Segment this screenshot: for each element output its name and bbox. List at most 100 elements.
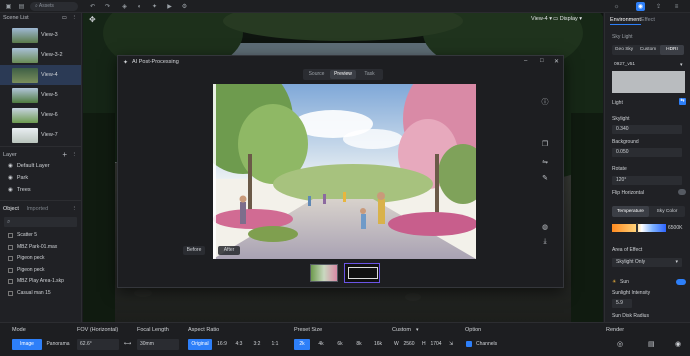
- aspect-1-1-button[interactable]: 1:1: [268, 339, 282, 350]
- render-settings-icon[interactable]: ◎: [617, 339, 623, 350]
- flip-horizontal-toggle[interactable]: [678, 189, 686, 195]
- animation-icon[interactable]: ▶: [165, 2, 174, 11]
- eye-icon[interactable]: ◉: [8, 184, 13, 196]
- object-search-input[interactable]: ⌕: [4, 217, 77, 227]
- minimize-icon[interactable]: –: [524, 58, 527, 64]
- redo-icon[interactable]: ↷: [103, 2, 112, 11]
- mode-panorama-button[interactable]: Panorama: [43, 339, 73, 350]
- hdri-preview[interactable]: [612, 71, 685, 93]
- add-scene-icon[interactable]: ▭: [62, 13, 67, 23]
- undo-icon[interactable]: ↶: [88, 2, 97, 11]
- settings-icon[interactable]: ⚙: [180, 2, 189, 11]
- view-dropdown[interactable]: View-4 ▾: [531, 16, 552, 22]
- light-toggle-icon[interactable]: ⇆: [679, 98, 686, 105]
- compare-icon[interactable]: ⇋: [541, 158, 549, 166]
- link-icon[interactable]: ⟷: [124, 339, 131, 350]
- more-icon[interactable]: ⋮: [72, 13, 78, 23]
- object-item[interactable]: Scatter 5: [0, 230, 81, 242]
- object-item[interactable]: Pigeon peck: [0, 265, 81, 277]
- preset-6k-button[interactable]: 6k: [332, 339, 348, 350]
- transform-gizmo-icon[interactable]: ✥: [89, 15, 96, 24]
- preset-4k-button[interactable]: 4k: [313, 339, 329, 350]
- maximize-icon[interactable]: □: [540, 58, 544, 64]
- tab-environment[interactable]: Environment: [610, 17, 641, 25]
- tab-task[interactable]: Task: [356, 69, 383, 80]
- sun-icon[interactable]: ☼: [612, 2, 621, 11]
- app-logo-icon[interactable]: ▣: [4, 2, 13, 11]
- preset-16k-button[interactable]: 16k: [370, 339, 386, 350]
- sun-disk-radius-label: Sun Disk Radius: [612, 313, 649, 319]
- tab-preview[interactable]: Preview: [330, 70, 356, 79]
- sky-color-tab[interactable]: Sky Color: [649, 206, 685, 217]
- scene-item-view-7[interactable]: View-7: [0, 125, 81, 145]
- fov-input[interactable]: 62.6°: [77, 339, 119, 350]
- more-icon[interactable]: ⋮: [72, 204, 78, 214]
- scene-item-view-4[interactable]: View-4: [0, 65, 81, 85]
- brush-icon[interactable]: ✎: [541, 174, 549, 182]
- result-thumbnail-2-selected[interactable]: [344, 263, 380, 283]
- export-icon[interactable]: ⇪: [654, 2, 663, 11]
- scene-item-view-6[interactable]: View-6: [0, 105, 81, 125]
- tab-effect[interactable]: Effect: [641, 17, 655, 23]
- channels-checkbox[interactable]: [466, 341, 472, 347]
- render-queue-icon[interactable]: ▤: [648, 339, 655, 350]
- preset-2k-button[interactable]: 2k: [294, 339, 310, 350]
- temperature-slider[interactable]: [612, 223, 666, 233]
- aspect-3-2-button[interactable]: 3:2: [250, 339, 264, 350]
- area-of-effect-select[interactable]: Skylight Only ▾: [612, 258, 682, 267]
- sunlight-intensity-input[interactable]: 5.9: [612, 299, 632, 308]
- display-dropdown[interactable]: ▭ Display ▾: [553, 16, 582, 22]
- aspect-16-9-button[interactable]: 16:9: [214, 339, 230, 350]
- rotate-input[interactable]: 120°: [612, 176, 682, 185]
- mask-icon[interactable]: ◍: [541, 223, 549, 231]
- width-input[interactable]: 2560: [400, 339, 418, 350]
- render-start-icon[interactable]: ◉: [675, 339, 681, 350]
- lock-icon[interactable]: ⇲: [449, 339, 453, 350]
- tab-source[interactable]: Source: [303, 69, 330, 80]
- layer-item-park[interactable]: ◉ Park: [0, 172, 81, 184]
- sun-toggle[interactable]: [676, 279, 686, 285]
- copy-icon[interactable]: ❐: [541, 140, 549, 148]
- background-input[interactable]: 0.050: [612, 148, 682, 157]
- hdri-button[interactable]: HDRI: [660, 45, 684, 55]
- aspect-original-button[interactable]: Original: [188, 339, 212, 350]
- preset-8k-button[interactable]: 8k: [351, 339, 367, 350]
- scene-item-view-5[interactable]: View-5: [0, 85, 81, 105]
- result-thumbnail-1[interactable]: [310, 264, 338, 282]
- scene-item-view-3-2[interactable]: View-3-2: [0, 45, 81, 65]
- object-item[interactable]: MBZ Park-01.max: [0, 242, 81, 254]
- layers-icon[interactable]: ◈: [120, 2, 129, 11]
- chevron-down-icon[interactable]: ▾: [416, 327, 419, 333]
- tab-imported[interactable]: Imported: [26, 206, 48, 212]
- info-icon[interactable]: ⓘ: [541, 98, 549, 106]
- temperature-tab[interactable]: Temperature: [612, 206, 649, 217]
- assets-search[interactable]: ⌕ Assets: [30, 2, 78, 11]
- more-icon[interactable]: ⋮: [72, 150, 78, 160]
- eye-icon[interactable]: ◉: [8, 160, 13, 172]
- object-item[interactable]: MBZ Play Area-1.skp: [0, 276, 81, 288]
- add-layer-icon[interactable]: +: [62, 150, 67, 160]
- camera-icon[interactable]: ◉: [636, 2, 645, 11]
- chevron-down-icon[interactable]: ▾: [680, 62, 683, 68]
- layer-item-trees[interactable]: ◉ Trees: [0, 184, 81, 196]
- object-item[interactable]: Pigeon peck: [0, 253, 81, 265]
- aspect-4-3-button[interactable]: 4:3: [232, 339, 246, 350]
- object-item[interactable]: Casual man 15: [0, 288, 81, 300]
- download-icon[interactable]: ⤓: [541, 238, 549, 246]
- close-icon[interactable]: ✕: [554, 58, 559, 65]
- skylight-input[interactable]: 0.340: [612, 125, 682, 134]
- custom-sky-button[interactable]: Custom: [636, 45, 660, 55]
- height-input[interactable]: 1704: [427, 339, 445, 350]
- material-icon[interactable]: ◐: [135, 2, 144, 11]
- folder-icon[interactable]: ▤: [17, 2, 26, 11]
- scene-item-view-3[interactable]: View-3: [0, 25, 81, 45]
- compare-slider-handle[interactable]: [213, 84, 216, 259]
- tab-object[interactable]: Object: [3, 206, 19, 212]
- focal-length-input[interactable]: 30mm: [137, 339, 179, 350]
- layer-item-default[interactable]: ◉ Default Layer: [0, 160, 81, 172]
- geo-sky-button[interactable]: Geo Sky: [612, 45, 636, 55]
- eye-icon[interactable]: ◉: [8, 172, 13, 184]
- mode-image-button[interactable]: Image: [12, 339, 42, 350]
- render-queue-icon[interactable]: ≡: [672, 2, 681, 11]
- light-icon[interactable]: ✦: [150, 2, 159, 11]
